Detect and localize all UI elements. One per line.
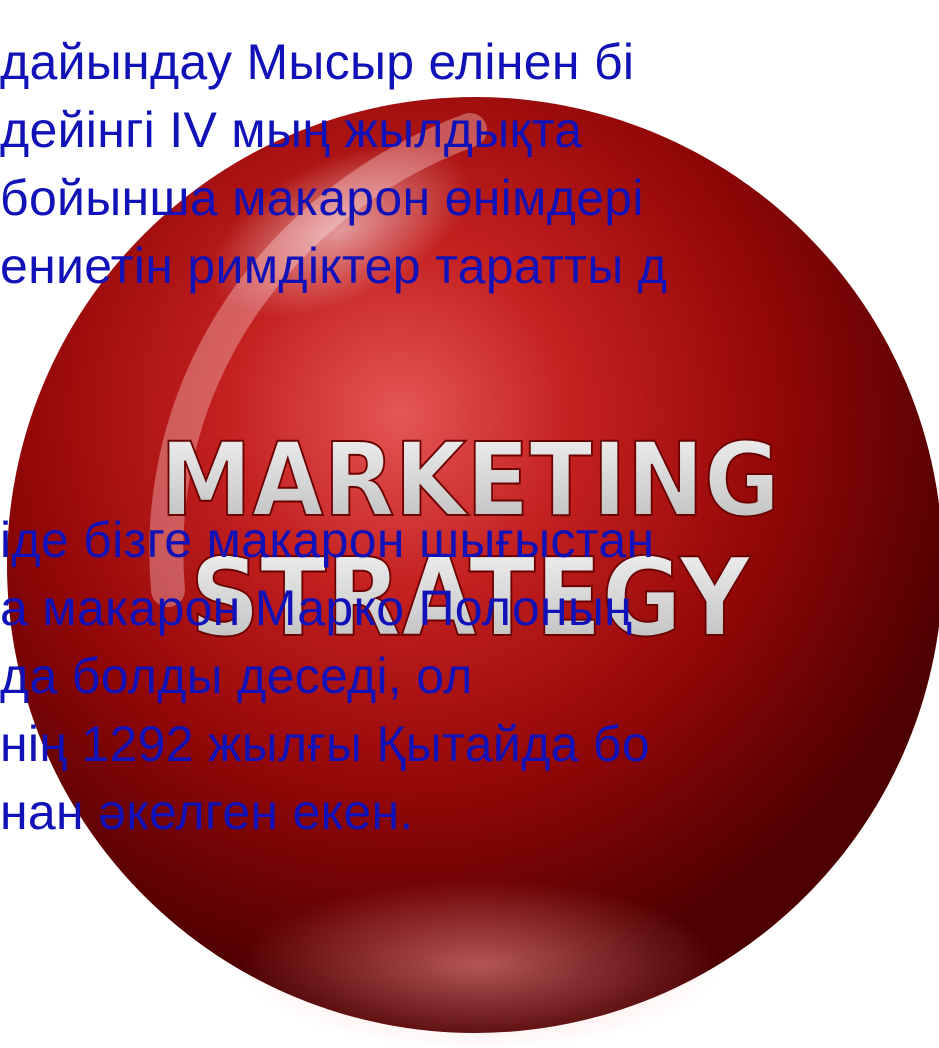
slide-text: дайындау Мысыр елінен бі дейінгі IV мың … [0,0,939,1048]
text-line: да болды деседі, ол [0,648,473,704]
text-line: дейінгі IV мың жылдықта [0,102,583,158]
text-line: нің 1292 жылғы Қытайда бо [0,716,650,772]
text-line: дайындау Мысыр елінен бі [0,34,635,90]
text-line: ениетін римдіктер таратты д [0,238,668,294]
text-line: бойынша макарон өнімдері [0,170,644,226]
slide: MARKETING STRATEGY дайындау Мысыр елінен… [0,0,939,1048]
text-line: нан әкелген екен. [0,784,414,840]
text-line: а макарон Марко Полоның [0,580,632,636]
text-line: іде бізге макарон шығыстан [0,512,655,568]
